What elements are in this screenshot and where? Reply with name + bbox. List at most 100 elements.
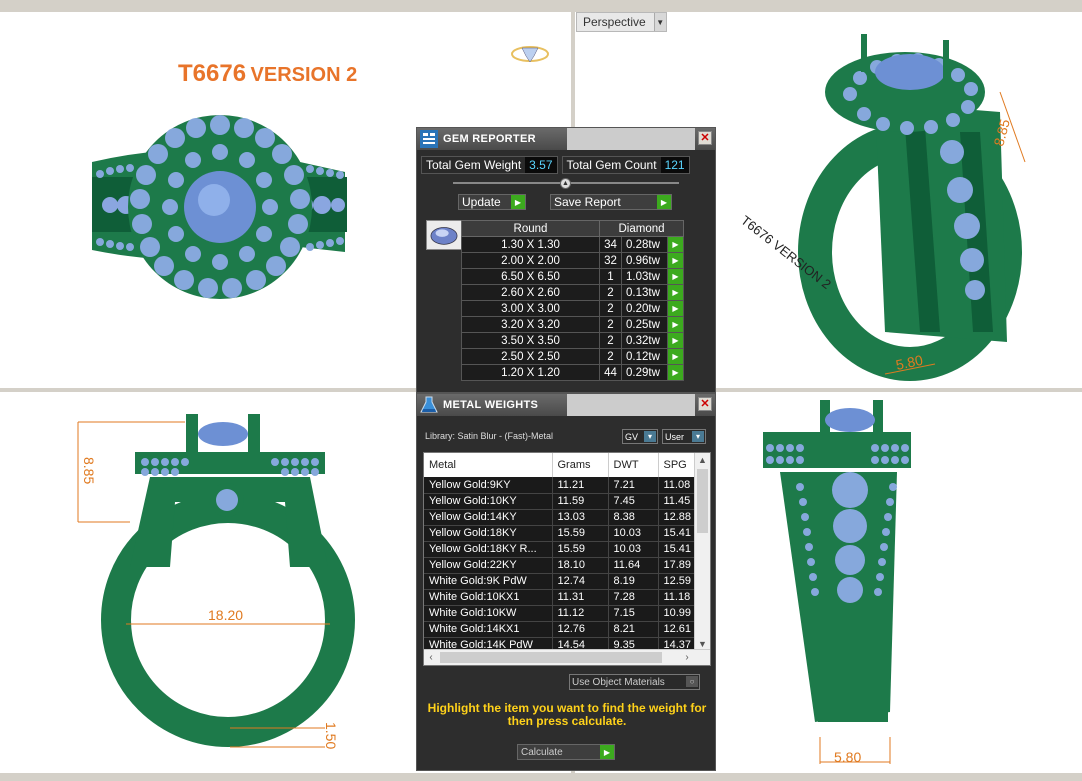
gem-weight: 0.25tw — [621, 316, 668, 333]
gv-dropdown[interactable]: GV ▾ — [622, 429, 658, 444]
gem-count: 34 — [599, 236, 622, 253]
metal-spg: 12.59 — [658, 573, 697, 590]
chevron-right-icon[interactable]: › — [680, 650, 694, 665]
gem-table: Round Diamond 1.30 X 1.30 34 0.28tw ▶ 2.00 X… — [461, 220, 684, 381]
gem-weight: 0.29tw — [621, 364, 668, 381]
total-count-label: Total Gem Count — [562, 157, 661, 173]
gem-row[interactable]: 2.00 X 2.00 32 0.96tw ▶ — [461, 252, 684, 269]
dim-shank-thickness: 1.50 — [323, 722, 339, 749]
play-arrow-icon[interactable]: ▶ — [667, 268, 684, 285]
metal-row[interactable]: White Gold:10KX1 11.31 7.28 11.18 — [424, 589, 697, 606]
metal-spg: 11.45 — [658, 493, 697, 510]
metal-dwt: 10.03 — [608, 525, 659, 542]
metal-dwt: 11.64 — [608, 557, 659, 574]
metal-row[interactable]: Yellow Gold:9KY 11.21 7.21 11.08 — [424, 477, 697, 494]
user-dropdown[interactable]: User ▾ — [662, 429, 706, 444]
gem-reporter-titlebar[interactable]: GEM REPORTER ✕ — [417, 128, 715, 150]
metal-row[interactable]: White Gold:10KW 11.12 7.15 10.99 — [424, 605, 697, 622]
round-gem-thumbnail[interactable] — [426, 220, 462, 250]
metal-grams: 11.21 — [552, 477, 609, 494]
calculate-button[interactable]: Calculate ▶ — [517, 744, 615, 760]
gem-count: 2 — [599, 284, 622, 301]
col-dwt[interactable]: DWT — [608, 453, 659, 477]
metal-grams: 12.76 — [552, 621, 609, 638]
metal-dwt: 7.45 — [608, 493, 659, 510]
metal-weights-title: METAL WEIGHTS — [443, 399, 539, 411]
metal-spg: 15.41 — [658, 525, 697, 542]
save-report-button[interactable]: Save Report ▶ — [550, 194, 672, 210]
play-arrow-icon[interactable]: ▶ — [667, 348, 684, 365]
metal-dwt: 7.28 — [608, 589, 659, 606]
metal-name: White Gold:10KW — [424, 605, 553, 622]
play-arrow-icon[interactable]: ▶ — [667, 284, 684, 301]
metal-row[interactable]: Yellow Gold:10KY 11.59 7.45 11.45 — [424, 493, 697, 510]
gv-label: GV — [625, 431, 639, 442]
gem-row[interactable]: 3.20 X 3.20 2 0.25tw ▶ — [461, 316, 684, 333]
gem-size: 3.00 X 3.00 — [461, 300, 600, 317]
metal-row[interactable]: White Gold:9K PdW 12.74 8.19 12.59 — [424, 573, 697, 590]
metal-spg: 11.08 — [658, 477, 697, 494]
metal-list[interactable]: Metal Grams DWT SPG Yellow Gold:9KY 11.21… — [423, 452, 711, 666]
chevron-left-icon[interactable]: ‹ — [424, 650, 438, 665]
dim-shank-side: 5.80 — [834, 749, 861, 765]
use-object-materials-dropdown[interactable]: Use Object Materials ○ — [569, 674, 700, 690]
metal-grams: 11.31 — [552, 589, 609, 606]
gem-size: 3.20 X 3.20 — [461, 316, 600, 333]
gem-weight: 1.03tw — [621, 268, 668, 285]
use-object-label: Use Object Materials — [572, 676, 665, 688]
slider-handle-icon[interactable]: ▲ — [560, 178, 571, 189]
play-arrow-icon[interactable]: ▶ — [667, 332, 684, 349]
gem-row[interactable]: 6.50 X 6.50 1 1.03tw ▶ — [461, 268, 684, 285]
gem-size: 2.60 X 2.60 — [461, 284, 600, 301]
close-icon[interactable]: ✕ — [698, 131, 712, 145]
col-grams[interactable]: Grams — [552, 453, 609, 477]
gem-row[interactable]: 2.60 X 2.60 2 0.13tw ▶ — [461, 284, 684, 301]
horizontal-scrollbar[interactable]: ‹ › — [424, 649, 710, 665]
metal-flask-icon — [420, 396, 438, 413]
metal-weights-titlebar[interactable]: METAL WEIGHTS ✕ — [417, 394, 715, 416]
play-arrow-icon[interactable]: ▶ — [667, 364, 684, 381]
scroll-thumb[interactable] — [440, 652, 662, 663]
total-weight-value: 3.57 — [525, 157, 557, 173]
gem-row[interactable]: 1.30 X 1.30 34 0.28tw ▶ — [461, 236, 684, 253]
perspective-dropdown[interactable]: Perspective ▼ — [576, 12, 667, 32]
metal-spg: 15.41 — [658, 541, 697, 558]
chevron-up-icon[interactable]: ▲ — [695, 453, 710, 467]
metal-row[interactable]: Yellow Gold:18KY 15.59 10.03 15.41 — [424, 525, 697, 542]
update-button[interactable]: Update ▶ — [458, 194, 526, 210]
play-arrow-icon[interactable]: ▶ — [667, 236, 684, 253]
gem-report-icon — [420, 130, 438, 148]
metal-row[interactable]: White Gold:14KX1 12.76 8.21 12.61 — [424, 621, 697, 638]
metal-row[interactable]: Yellow Gold:18KY R... 15.59 10.03 15.41 — [424, 541, 697, 558]
metal-name: Yellow Gold:18KY — [424, 525, 553, 542]
gem-size: 3.50 X 3.50 — [461, 332, 600, 349]
calculate-label: Calculate — [521, 746, 563, 758]
col-spg[interactable]: SPG — [658, 453, 697, 477]
gem-row[interactable]: 2.50 X 2.50 2 0.12tw ▶ — [461, 348, 684, 365]
gem-row[interactable]: 3.00 X 3.00 2 0.20tw ▶ — [461, 300, 684, 317]
chevron-down-icon[interactable]: ▼ — [653, 13, 666, 31]
metal-grams: 18.10 — [552, 557, 609, 574]
play-arrow-icon[interactable]: ▶ — [667, 300, 684, 317]
gem-count: 2 — [599, 316, 622, 333]
col-metal[interactable]: Metal — [424, 453, 553, 477]
close-icon[interactable]: ✕ — [698, 397, 712, 411]
metal-dwt: 7.21 — [608, 477, 659, 494]
metal-row[interactable]: Yellow Gold:14KY 13.03 8.38 12.88 — [424, 509, 697, 526]
play-arrow-icon[interactable]: ▶ — [667, 316, 684, 333]
metal-weights-panel: METAL WEIGHTS ✕ Library: Satin Blur - (F… — [416, 393, 716, 771]
vertical-scrollbar[interactable]: ▲ ▼ — [694, 453, 710, 651]
metal-name: Yellow Gold:14KY — [424, 509, 553, 526]
gem-row[interactable]: 3.50 X 3.50 2 0.32tw ▶ — [461, 332, 684, 349]
gem-row[interactable]: 1.20 X 1.20 44 0.29tw ▶ — [461, 364, 684, 381]
scroll-thumb[interactable] — [697, 469, 708, 533]
col-material: Diamond — [599, 220, 684, 237]
metal-spg: 11.18 — [658, 589, 697, 606]
play-arrow-icon[interactable]: ▶ — [667, 252, 684, 269]
gem-reporter-title: GEM REPORTER — [443, 133, 536, 145]
metal-row[interactable]: Yellow Gold:22KY 18.10 11.64 17.89 — [424, 557, 697, 574]
total-count-value: 121 — [660, 157, 689, 173]
save-label: Save Report — [554, 195, 621, 209]
gem-count: 32 — [599, 252, 622, 269]
gem-weight: 0.13tw — [621, 284, 668, 301]
